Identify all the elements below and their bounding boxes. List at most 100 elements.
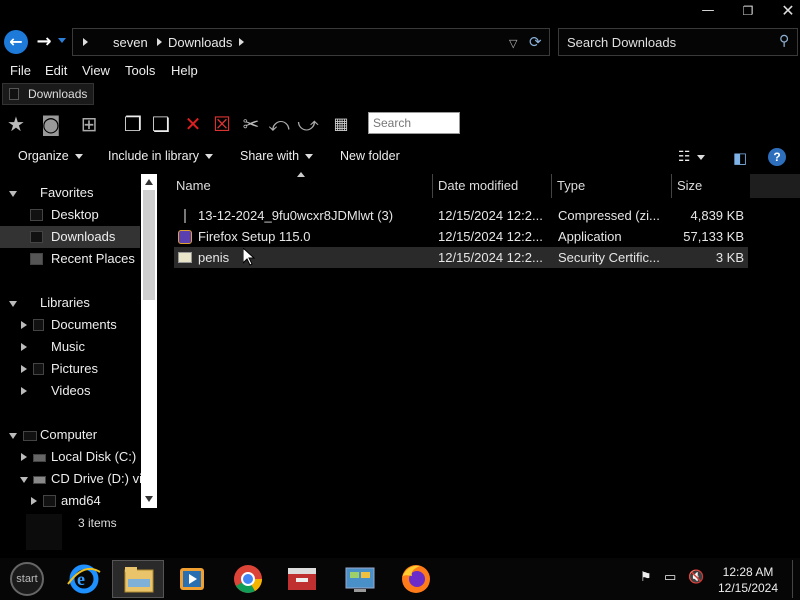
chevron-right-icon[interactable] <box>83 38 88 46</box>
move-icon[interactable]: ❏ <box>148 112 174 136</box>
breadcrumb-downloads[interactable]: Downloads <box>168 35 232 50</box>
column-header-type[interactable]: Type <box>551 174 671 198</box>
file-row[interactable]: 13-12-2024_9fu0wcxr8JDMlwt (3) 12/15/202… <box>174 205 748 226</box>
menu-edit[interactable]: Edit <box>45 63 67 78</box>
help-icon[interactable]: ? <box>768 148 786 166</box>
file-row[interactable]: penis 12/15/2024 12:2... Security Certif… <box>174 247 748 268</box>
internet-explorer-taskbar-icon[interactable]: e <box>58 560 110 598</box>
column-header-date[interactable]: Date modified <box>432 174 552 198</box>
copy-icon[interactable]: ❐ <box>120 112 146 136</box>
nav-documents[interactable]: Documents <box>0 314 140 336</box>
scroll-thumb[interactable] <box>143 190 155 300</box>
scroll-down-icon[interactable] <box>145 496 153 502</box>
undo-icon[interactable]: ⤺ <box>266 112 292 136</box>
clear-icon[interactable]: ☒ <box>209 112 235 136</box>
redo-icon[interactable]: ⤻ <box>295 112 321 136</box>
search-icon[interactable]: ⚲ <box>779 33 789 49</box>
nav-pictures[interactable]: Pictures <box>0 358 140 380</box>
nav-local-disk[interactable]: Local Disk (C:) <box>0 446 140 468</box>
nav-documents-label: Documents <box>51 317 117 332</box>
address-bar[interactable]: seven Downloads ▽ ⟳ <box>72 28 550 56</box>
firefox-taskbar-icon[interactable] <box>390 560 442 598</box>
new-folder-button[interactable]: New folder <box>340 149 400 163</box>
system-clock[interactable]: 12:28 AM 12/15/2024 <box>708 564 788 596</box>
show-desktop-button[interactable] <box>792 560 798 598</box>
certificate-icon <box>178 252 192 263</box>
forward-button[interactable]: → <box>32 30 56 54</box>
expand-arrow-icon[interactable] <box>9 433 17 439</box>
include-in-library-button[interactable]: Include in library <box>108 149 214 163</box>
column-header-size[interactable]: Size <box>671 174 750 198</box>
address-dropdown-icon[interactable]: ▽ <box>509 37 517 50</box>
clock-time: 12:28 AM <box>722 565 774 579</box>
chevron-right-icon[interactable] <box>239 38 244 46</box>
menu-tools[interactable]: Tools <box>125 63 155 78</box>
tab-downloads[interactable]: Downloads <box>2 83 94 105</box>
pictures-icon <box>33 363 44 375</box>
change-view-icon[interactable]: ☷ <box>678 149 705 165</box>
expand-arrow-icon[interactable] <box>20 477 28 483</box>
nav-amd64-label: amd64 <box>61 493 101 508</box>
expand-arrow-icon[interactable] <box>21 365 27 373</box>
breadcrumb-seven[interactable]: seven <box>113 35 148 50</box>
nav-computer[interactable]: Computer <box>0 424 140 446</box>
expand-arrow-icon[interactable] <box>21 387 27 395</box>
nav-amd64[interactable]: amd64 <box>0 490 140 508</box>
nav-downloads[interactable]: Downloads <box>0 226 140 248</box>
camera-icon[interactable]: ◙ <box>38 112 64 136</box>
nav-desktop[interactable]: Desktop <box>0 204 140 226</box>
share-label: Share with <box>240 149 300 163</box>
search-input[interactable]: Search Downloads ⚲ <box>558 28 798 56</box>
organize-button[interactable]: Organize <box>18 149 83 163</box>
nav-cd-drive[interactable]: CD Drive (D:) vi <box>0 468 142 490</box>
minimize-button[interactable]: — <box>690 0 726 24</box>
media-player-taskbar-icon[interactable] <box>166 560 218 598</box>
preview-pane-icon[interactable]: ◧ <box>733 149 747 167</box>
view-mode-icon[interactable]: ▦ <box>328 112 354 136</box>
column-header-name[interactable]: Name <box>170 174 432 198</box>
windows-flag-icon[interactable]: ⊞ <box>76 112 102 136</box>
column-name-label: Name <box>176 178 211 193</box>
nav-videos[interactable]: Videos <box>0 380 140 402</box>
scroll-up-icon[interactable] <box>145 179 153 185</box>
maximize-button[interactable]: ❐ <box>730 0 766 24</box>
toolbox-taskbar-icon[interactable] <box>276 560 328 598</box>
nav-recent-places[interactable]: Recent Places <box>0 248 140 270</box>
start-button[interactable]: start <box>10 562 44 596</box>
file-row[interactable]: Firefox Setup 115.0 12/15/2024 12:2... A… <box>174 226 748 247</box>
expand-arrow-icon[interactable] <box>21 343 27 351</box>
expand-arrow-icon[interactable] <box>21 453 27 461</box>
volume-muted-icon[interactable]: 🔇 <box>688 570 704 585</box>
action-center-flag-icon[interactable]: ⚑ <box>640 570 652 585</box>
network-icon[interactable]: ▭ <box>664 570 676 585</box>
refresh-icon[interactable]: ⟳ <box>529 33 542 51</box>
expand-arrow-icon[interactable] <box>9 301 17 307</box>
file-explorer-taskbar-icon[interactable] <box>112 560 164 598</box>
expand-arrow-icon[interactable] <box>9 191 17 197</box>
expand-arrow-icon[interactable] <box>21 321 27 329</box>
menu-help[interactable]: Help <box>171 63 198 78</box>
chevron-down-icon <box>74 154 83 160</box>
control-panel-taskbar-icon[interactable] <box>334 560 386 598</box>
file-type: Security Certific... <box>558 250 660 265</box>
share-with-button[interactable]: Share with <box>240 149 314 163</box>
status-item-count: 3 items <box>78 516 117 530</box>
recent-pages-dropdown[interactable] <box>58 38 66 43</box>
back-button[interactable]: ← <box>4 30 28 54</box>
nav-music[interactable]: Music <box>0 336 140 358</box>
menu-view[interactable]: View <box>82 63 110 78</box>
chevron-right-icon[interactable] <box>157 38 162 46</box>
nav-videos-label: Videos <box>51 383 91 398</box>
star-icon[interactable]: ★ <box>3 112 29 136</box>
close-button[interactable]: ✕ <box>770 0 800 24</box>
cut-icon[interactable]: ✂ <box>238 112 264 136</box>
nav-scrollbar[interactable] <box>141 174 157 508</box>
menu-file[interactable]: File <box>10 63 31 78</box>
toolbar-search-input[interactable]: Search <box>368 112 460 134</box>
nav-libraries[interactable]: Libraries <box>0 292 140 314</box>
chrome-taskbar-icon[interactable] <box>222 560 274 598</box>
folder-large-icon <box>26 514 62 550</box>
delete-icon[interactable]: ✕ <box>180 112 206 136</box>
expand-arrow-icon[interactable] <box>31 497 37 505</box>
nav-favorites[interactable]: Favorites <box>0 182 140 204</box>
